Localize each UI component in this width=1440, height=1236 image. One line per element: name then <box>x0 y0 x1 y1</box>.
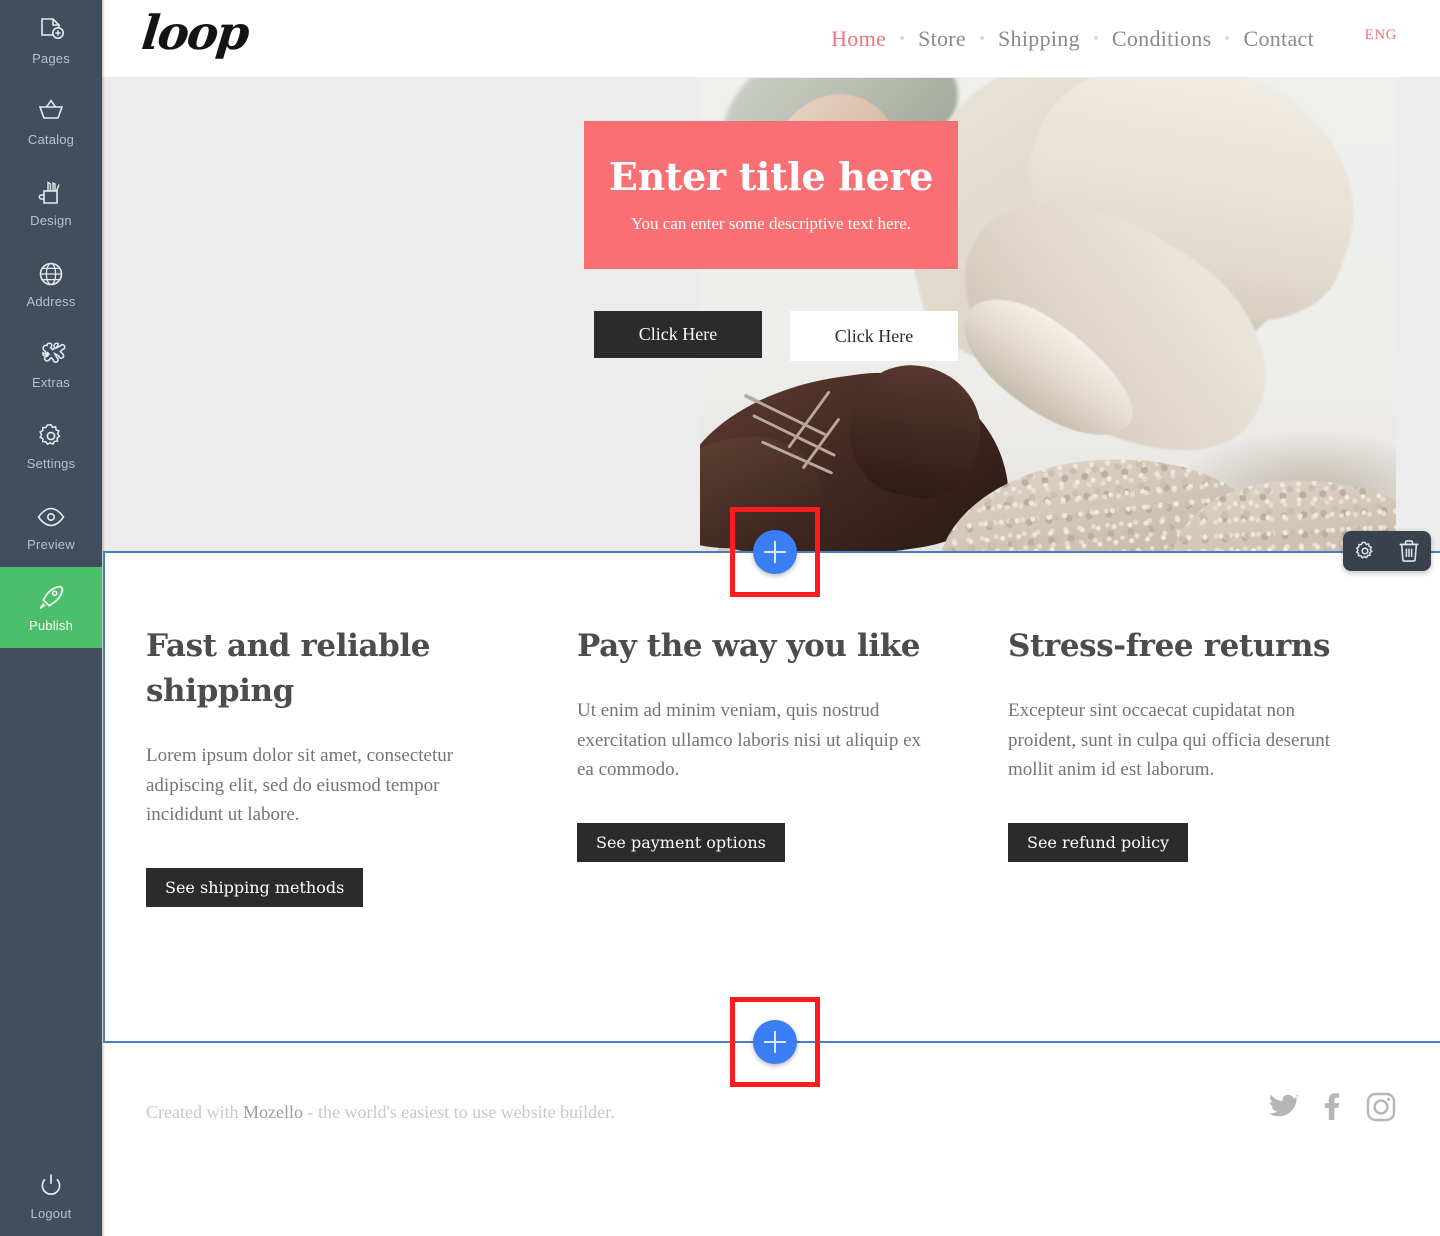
sidebar-item-preview[interactable]: Preview <box>0 486 102 567</box>
feature-heading[interactable]: Fast and reliable shipping <box>146 624 493 714</box>
plus-icon[interactable] <box>753 1020 797 1064</box>
sidebar-item-label: Settings <box>26 455 76 471</box>
gear-icon[interactable] <box>1354 540 1376 562</box>
feature-heading[interactable]: Pay the way you like <box>577 624 924 669</box>
page-add-icon <box>41 17 64 39</box>
nav-item-contact[interactable]: Contact <box>1229 26 1328 52</box>
site-logo[interactable]: loop <box>139 6 250 61</box>
footer-credit-suffix: - the world's easiest to use website bui… <box>302 1102 615 1122</box>
hero-title-block[interactable]: Enter title here You can enter some desc… <box>584 121 958 269</box>
twitter-icon[interactable] <box>1268 1094 1300 1125</box>
site-header: loop Home Store Shipping Conditions Cont… <box>102 0 1440 78</box>
gear-icon <box>39 423 61 445</box>
sidebar-item-catalog[interactable]: Catalog <box>0 81 102 162</box>
sidebar-item-address[interactable]: Address <box>0 243 102 324</box>
nav-item-conditions[interactable]: Conditions <box>1098 26 1226 52</box>
feature-heading[interactable]: Stress-free returns <box>1008 624 1355 669</box>
footer-credit: Created with Mozello - the world's easie… <box>146 1102 615 1123</box>
footer-social-links <box>1268 1092 1396 1127</box>
sidebar-item-label: Logout <box>30 1206 72 1221</box>
sidebar-item-label: Address <box>26 293 76 309</box>
site-nav: Home Store Shipping Conditions Contact <box>817 26 1328 52</box>
features-section[interactable]: Fast and reliable shipping Lorem ipsum d… <box>102 552 1440 1042</box>
feature-column-payment: Pay the way you like Ut enim ad minim ve… <box>533 624 964 907</box>
sidebar-item-extras[interactable]: Extras <box>0 324 102 405</box>
hero-title[interactable]: Enter title here <box>609 158 933 196</box>
sidebar-item-publish[interactable]: Publish <box>0 567 102 648</box>
nav-item-shipping[interactable]: Shipping <box>984 26 1094 52</box>
feature-column-returns: Stress-free returns Excepteur sint occae… <box>964 624 1395 907</box>
nav-separator-dot <box>1093 36 1098 40</box>
hero-cta-primary[interactable]: Click Here <box>594 311 762 358</box>
hero-image-shoe-laces <box>734 390 884 490</box>
sidebar-item-label: Design <box>30 212 72 228</box>
power-icon <box>41 1174 61 1195</box>
hero-section[interactable]: Enter title here You can enter some desc… <box>102 78 1440 552</box>
add-section-top <box>730 507 820 597</box>
plus-icon[interactable] <box>753 530 797 574</box>
sidebar-item-label: Extras <box>31 374 71 390</box>
see-payment-options-button[interactable]: See payment options <box>577 822 785 862</box>
sidebar-item-pages[interactable]: Pages <box>0 0 102 81</box>
feature-body[interactable]: Excepteur sint occaecat cupidatat non pr… <box>1008 696 1355 785</box>
sidebar-item-label: Pages <box>32 50 70 66</box>
rocket-icon <box>39 585 64 609</box>
section-toolbar <box>1343 531 1431 571</box>
sidebar-item-label: Preview <box>27 536 75 552</box>
nav-separator-dot <box>980 36 985 40</box>
editor-sidebar: Pages Catalog Design Address Extras Sett… <box>0 0 102 1236</box>
footer-credit-brand[interactable]: Mozello <box>243 1102 303 1122</box>
feature-column-shipping: Fast and reliable shipping Lorem ipsum d… <box>102 624 533 907</box>
hero-subtitle[interactable]: You can enter some descriptive text here… <box>631 215 911 232</box>
see-refund-policy-button[interactable]: See refund policy <box>1008 822 1189 862</box>
design-cup-icon <box>38 180 60 204</box>
features-columns: Fast and reliable shipping Lorem ipsum d… <box>102 624 1440 907</box>
hero-cta-secondary[interactable]: Click Here <box>790 311 958 361</box>
sidebar-item-design[interactable]: Design <box>0 162 102 243</box>
feature-body[interactable]: Ut enim ad minim veniam, quis nostrud ex… <box>577 696 924 785</box>
footer-credit-prefix: Created with <box>146 1102 243 1122</box>
nav-item-home[interactable]: Home <box>817 26 900 52</box>
feature-body[interactable]: Lorem ipsum dolor sit amet, consectetur … <box>146 741 493 830</box>
sidebar-item-logout[interactable]: Logout <box>0 1156 102 1236</box>
instagram-icon[interactable] <box>1366 1092 1396 1127</box>
basket-icon <box>38 98 64 119</box>
add-section-bottom <box>730 997 820 1087</box>
sidebar-item-label: Publish <box>28 617 74 633</box>
sidebar-item-settings[interactable]: Settings <box>0 405 102 486</box>
trash-icon[interactable] <box>1398 539 1420 563</box>
facebook-icon[interactable] <box>1324 1093 1340 1126</box>
eye-icon <box>37 507 65 526</box>
see-shipping-methods-button[interactable]: See shipping methods <box>146 867 364 907</box>
sidebar-item-label: Catalog <box>27 131 75 147</box>
nav-item-store[interactable]: Store <box>904 26 980 52</box>
globe-icon <box>39 262 63 285</box>
hero-cta-row: Click Here Click Here <box>594 311 958 361</box>
puzzle-icon <box>42 341 66 363</box>
language-switcher[interactable]: ENG <box>1365 27 1397 44</box>
mozello-editor-window: Pages Catalog Design Address Extras Sett… <box>0 0 1440 1236</box>
